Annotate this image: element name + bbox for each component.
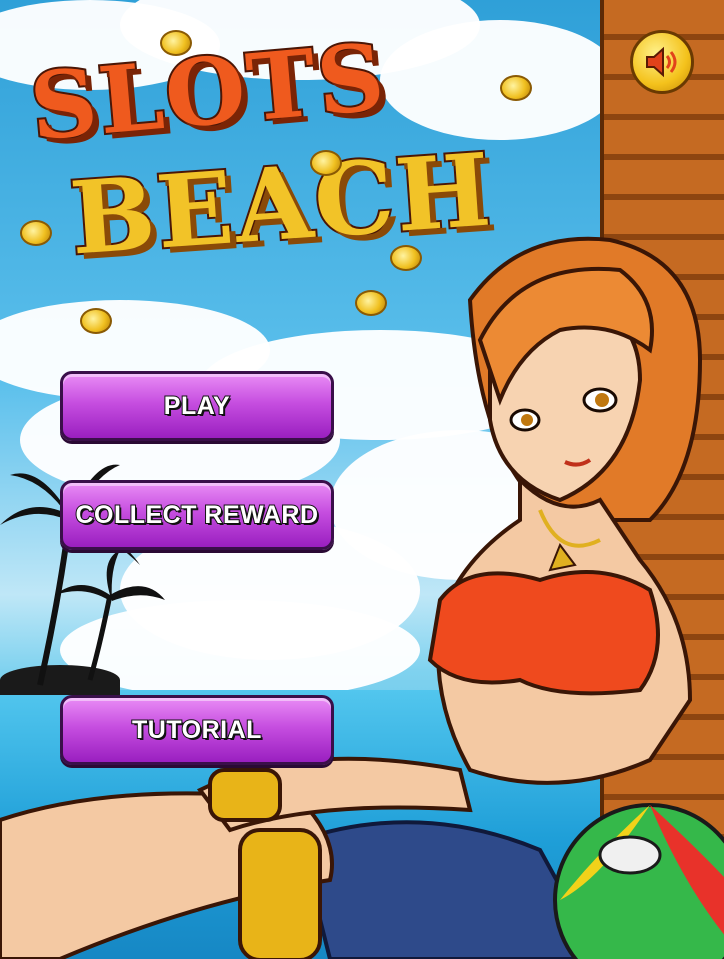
tutorial-button[interactable]: TUTORIAL: [60, 695, 334, 765]
collect-reward-button-label: COLLECT REWARD: [74, 500, 319, 530]
gold-coin-icon: [310, 150, 342, 176]
gold-coin-icon: [80, 308, 112, 334]
play-button-label: PLAY: [163, 391, 231, 421]
collect-reward-button[interactable]: COLLECT REWARD: [60, 480, 334, 550]
speaker-icon: [646, 46, 677, 78]
gold-coin-icon: [390, 245, 422, 271]
sound-toggle-button[interactable]: [630, 30, 694, 94]
tutorial-button-label: TUTORIAL: [131, 715, 262, 745]
game-screen: SLOTS BEACH PLAY COLLECT REWARD TUTORIAL: [0, 0, 724, 959]
gold-coin-icon: [355, 290, 387, 316]
gold-coin-icon: [20, 220, 52, 246]
gold-coin-icon: [160, 30, 192, 56]
game-logo: SLOTS BEACH: [10, 20, 610, 334]
gold-coin-icon: [500, 75, 532, 101]
play-button[interactable]: PLAY: [60, 371, 334, 441]
